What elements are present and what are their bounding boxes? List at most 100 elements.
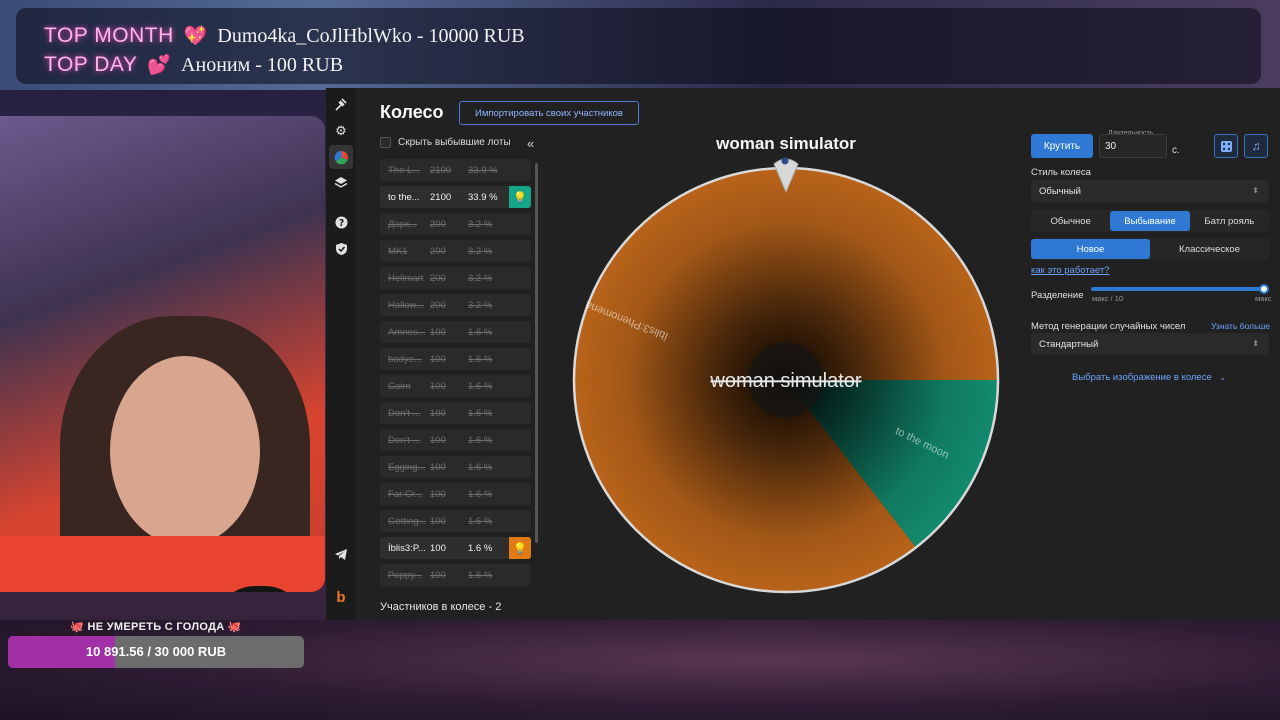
- lot-amount: 2100: [430, 164, 452, 176]
- lots-scrollbar[interactable]: [535, 163, 538, 543]
- chevron-updown-icon: ⬍: [1252, 186, 1259, 195]
- lot-row[interactable]: Poppy... 100 1.6 %: [380, 564, 531, 586]
- variant-tab[interactable]: Классическое: [1150, 239, 1269, 259]
- top-month-donor: Dumo4ka_CoJlHblWko - 10000 RUB: [217, 24, 525, 47]
- lot-row[interactable]: Egging... 100 1.6 %: [380, 456, 531, 478]
- goal-progress-text: 10 891.56 / 30 000 RUB: [85, 644, 227, 659]
- hearts-icon: 💕: [147, 55, 172, 76]
- side-rail: ⚙ ? b: [326, 88, 356, 620]
- lot-row[interactable]: Hellmart 200 3.2 %: [380, 267, 531, 289]
- page-title: Колесо: [380, 102, 444, 122]
- lot-row[interactable]: Getting... 100 1.6 %: [380, 510, 531, 532]
- import-participants-button[interactable]: Импортировать своих участников: [459, 101, 639, 125]
- lot-row[interactable]: The L... 2100 33.9 %: [380, 159, 531, 181]
- split-label: Разделение: [1031, 290, 1084, 301]
- lot-name: badye...: [388, 353, 422, 365]
- music-note-icon[interactable]: ♫: [1244, 134, 1268, 158]
- donation-banner: TOP MONTH 💖 Dumo4ka_CoJlHblWko - 10000 R…: [16, 8, 1261, 84]
- lot-row[interactable]: Far Cr... 100 1.6 %: [380, 483, 531, 505]
- help-icon[interactable]: ?: [332, 213, 350, 231]
- wheel-icon[interactable]: [329, 145, 353, 169]
- telegram-icon[interactable]: [332, 545, 350, 563]
- participants-count: Участников в колесе - 2: [380, 601, 502, 613]
- top-month-row: TOP MONTH 💖 Dumo4ka_CoJlHblWko - 10000 R…: [44, 24, 525, 48]
- lot-row[interactable]: Amnes... 100 1.6 %: [380, 321, 531, 343]
- lot-row[interactable]: Don't ... 100 1.6 %: [380, 402, 531, 424]
- lot-name: Дарк...: [388, 218, 418, 230]
- lot-amount: 100: [430, 326, 446, 338]
- collapse-panel-icon[interactable]: «: [527, 136, 534, 151]
- duration-input[interactable]: 30: [1099, 134, 1167, 158]
- top-day-donor: Аноним - 100 RUB: [181, 53, 344, 76]
- lot-percent: 3.2 %: [468, 299, 493, 311]
- donation-goal: 🐙 НЕ УМЕРЕТЬ С ГОЛОДА 🐙 10 891.56 / 30 0…: [8, 620, 304, 670]
- rng-value: Стандартный: [1039, 339, 1099, 350]
- lot-percent: 3.2 %: [468, 245, 493, 257]
- layers-icon[interactable]: [332, 174, 350, 192]
- how-it-works-link[interactable]: как это работает?: [1031, 265, 1109, 276]
- lot-amount: 100: [430, 434, 446, 446]
- rng-learn-more-link[interactable]: Узнать больше: [1211, 321, 1270, 331]
- variant-tabs: Новое Классическое: [1031, 238, 1269, 260]
- auction-hammer-icon[interactable]: [332, 96, 350, 114]
- lot-name: to the...: [388, 191, 420, 203]
- rng-select[interactable]: Стандартный ⬍: [1031, 333, 1269, 355]
- wheel-center-label: woman simulator: [709, 370, 862, 392]
- lightbulb-icon[interactable]: 💡: [509, 537, 531, 559]
- shield-check-icon[interactable]: [332, 240, 350, 258]
- chevron-updown-icon: ⬍: [1252, 339, 1259, 348]
- lot-name: MK1: [388, 245, 408, 257]
- lot-row[interactable]: Hollow... 200 3.2 %: [380, 294, 531, 316]
- lot-amount: 100: [430, 461, 446, 473]
- mode-tab[interactable]: Обычное: [1031, 211, 1110, 231]
- wheel-style-value: Обычный: [1039, 186, 1081, 197]
- lot-row[interactable]: badye... 100 1.6 %: [380, 348, 531, 370]
- lot-name: Egging...: [388, 461, 426, 473]
- lot-name: Hellmart: [388, 272, 424, 284]
- gear-icon[interactable]: ⚙: [332, 122, 350, 140]
- variant-tab[interactable]: Новое: [1031, 239, 1150, 259]
- lot-amount: 100: [430, 542, 446, 554]
- webcam-shirt: [0, 536, 325, 592]
- wheel-style-select[interactable]: Обычный ⬍: [1031, 180, 1269, 202]
- split-min-label: макс / 10: [1092, 294, 1124, 303]
- mode-tab[interactable]: Выбывание: [1110, 211, 1190, 231]
- hide-out-lots-label: Скрыть выбывшие лоты: [398, 137, 511, 148]
- lot-row[interactable]: Cairn 100 1.6 %: [380, 375, 531, 397]
- goal-progress-bar: 10 891.56 / 30 000 RUB: [8, 636, 304, 668]
- lot-name: Poppy...: [388, 569, 423, 581]
- lot-name: Far Cr...: [388, 488, 423, 500]
- lot-name: Getting...: [388, 515, 426, 527]
- mode-tabs: Обычное Выбывание Батл рояль: [1031, 210, 1269, 232]
- lot-amount: 200: [430, 272, 446, 284]
- lots-list: The L... 2100 33.9 % to the... 2100 33.9 % 💡 Да…: [380, 159, 531, 589]
- webcam-face: [110, 356, 260, 546]
- spin-button[interactable]: Крутить: [1031, 134, 1093, 158]
- lot-amount: 100: [430, 569, 446, 581]
- chevron-down-icon: ⌄: [1219, 373, 1227, 382]
- mode-tab[interactable]: Батл рояль: [1190, 211, 1269, 231]
- prize-wheel[interactable]: to the moonİblis3:Phenomena woman simula…: [556, 128, 1016, 608]
- lot-row[interactable]: to the... 2100 33.9 % 💡: [380, 186, 531, 208]
- brand-logo-icon[interactable]: b: [332, 588, 350, 606]
- duration-unit: с.: [1172, 145, 1180, 156]
- lot-row[interactable]: Don't ... 100 1.6 %: [380, 429, 531, 451]
- choose-wheel-image-link[interactable]: Выбрать изображение в колесе ⌄: [1072, 372, 1226, 383]
- lot-name: The L...: [388, 164, 421, 176]
- lot-amount: 100: [430, 515, 446, 527]
- top-month-label: TOP MONTH: [44, 24, 174, 47]
- dice-icon[interactable]: [1214, 134, 1238, 158]
- split-slider-track[interactable]: [1091, 287, 1264, 291]
- lot-percent: 3.2 %: [468, 272, 493, 284]
- lot-row[interactable]: Дарк... 200 3.2 %: [380, 213, 531, 235]
- lot-row[interactable]: MK1 200 3.2 %: [380, 240, 531, 262]
- lightbulb-icon[interactable]: 💡: [509, 186, 531, 208]
- hide-out-lots-checkbox[interactable]: [380, 137, 391, 148]
- lot-row[interactable]: İblis3:P... 100 1.6 % 💡: [380, 537, 531, 559]
- lot-percent: 1.6 %: [468, 461, 493, 473]
- lot-percent: 1.6 %: [468, 326, 493, 338]
- split-slider-thumb[interactable]: [1259, 284, 1269, 294]
- hide-out-lots-toggle[interactable]: Скрыть выбывшие лоты: [380, 137, 511, 148]
- lot-percent: 3.2 %: [468, 218, 493, 230]
- top-day-label: TOP DAY: [44, 53, 138, 76]
